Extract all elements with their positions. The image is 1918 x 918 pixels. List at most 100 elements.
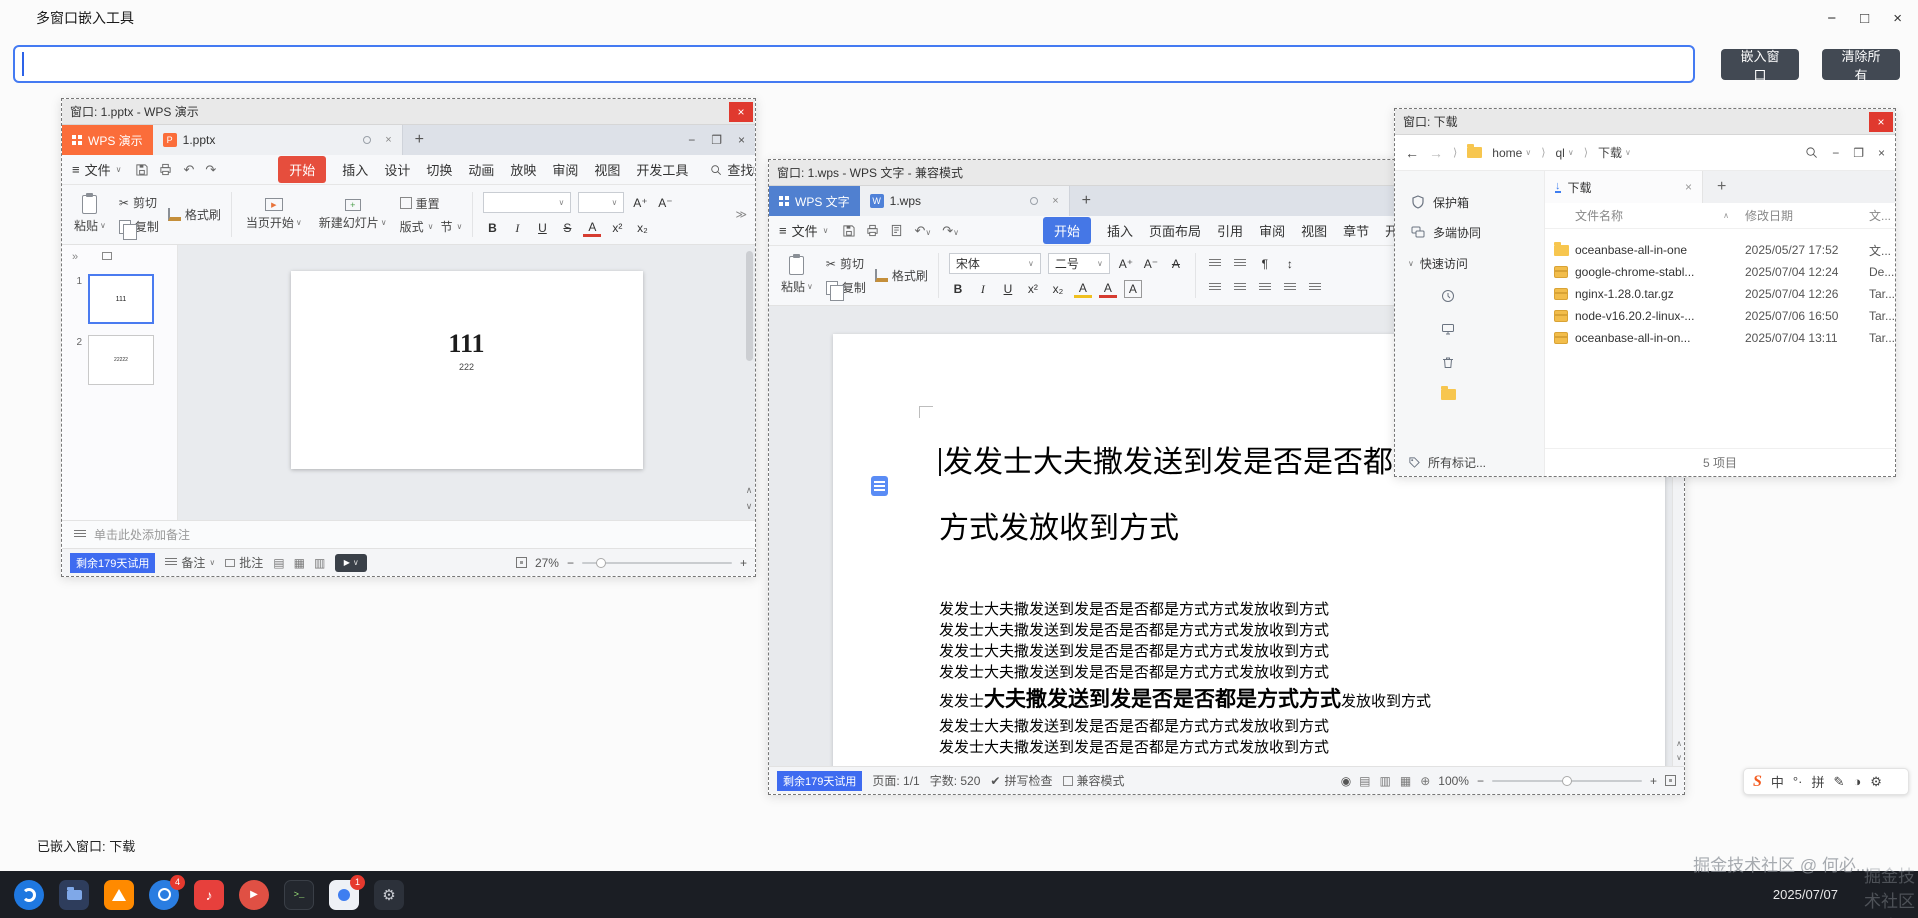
reading-view-icon[interactable]: ▥ xyxy=(314,556,325,570)
italic-button[interactable]: I xyxy=(974,280,992,298)
terminal-icon[interactable]: >_ xyxy=(284,880,314,910)
font-color-button[interactable]: A xyxy=(583,219,601,237)
new-tab-button[interactable]: + xyxy=(415,131,424,149)
close-icon[interactable]: × xyxy=(729,102,753,122)
ime-mode[interactable]: 拼 xyxy=(1811,772,1824,791)
notes-toggle[interactable]: 备注∨ xyxy=(165,554,215,571)
current-slide[interactable]: 111 222 xyxy=(291,271,643,469)
tab-downloads[interactable]: ↓ 下载 × xyxy=(1545,171,1703,203)
line-spacing-icon[interactable]: ↕ xyxy=(1281,255,1299,273)
justify-icon[interactable] xyxy=(1281,279,1299,297)
paragraph-mark-icon[interactable]: ¶ xyxy=(1256,255,1274,273)
strikethrough-button[interactable]: S xyxy=(558,219,576,237)
print-preview-icon[interactable] xyxy=(890,224,903,237)
normal-view-icon[interactable]: ▤ xyxy=(273,556,284,570)
play-from-current-button[interactable]: ▶ 当页开始∨ xyxy=(242,188,306,241)
body-line[interactable]: 发发士大夫撒发送到发是否是否都是方式方式发放收到方式 xyxy=(939,600,1615,621)
browser-icon[interactable]: 4 xyxy=(149,880,179,910)
slide-title[interactable]: 111 xyxy=(448,329,484,359)
scroll-down-icon[interactable]: ∨ xyxy=(1676,753,1682,762)
expand-icon[interactable]: ⟩ xyxy=(1453,146,1457,159)
sidebar-item-folder[interactable] xyxy=(1395,378,1544,411)
more-tools-icon[interactable]: ≫ xyxy=(735,208,747,221)
sidebar-item-trash[interactable] xyxy=(1395,345,1544,378)
menu-home[interactable]: 开始 xyxy=(1043,217,1091,244)
new-tab-button[interactable]: + xyxy=(1717,178,1726,196)
zoom-in-icon[interactable]: + xyxy=(1650,774,1657,788)
superscript-button[interactable]: x² xyxy=(1024,280,1042,298)
section-button[interactable]: 节∨ xyxy=(441,218,463,235)
fullscreen-icon[interactable] xyxy=(1665,775,1676,786)
media-player-icon[interactable]: ▶ xyxy=(239,880,269,910)
font-size-combobox[interactable]: 二号∨ xyxy=(1048,253,1110,274)
save-icon[interactable] xyxy=(135,163,148,176)
restore-icon[interactable]: ❐ xyxy=(1853,146,1864,160)
menu-view[interactable]: 视图 xyxy=(594,160,620,179)
font-name-combobox[interactable]: 宋体∨ xyxy=(949,253,1041,274)
pencil-icon[interactable]: ✎ xyxy=(1833,774,1844,790)
tab-1pptx[interactable]: P 1.pptx × xyxy=(153,125,403,155)
tab-1wps[interactable]: W 1.wps × xyxy=(860,186,1070,216)
align-left-icon[interactable] xyxy=(1206,279,1224,297)
cut-button[interactable]: ✂剪切 xyxy=(826,255,866,272)
column-type[interactable]: 文... xyxy=(1869,207,1895,224)
menu-devtools[interactable]: 开发工具 xyxy=(636,160,688,179)
app-store-icon[interactable] xyxy=(104,880,134,910)
new-slide-button[interactable]: + 新建幻灯片∨ xyxy=(315,188,391,241)
next-slide-icon[interactable]: ∨ xyxy=(746,501,753,512)
clear-all-button[interactable]: 清除所有 xyxy=(1822,49,1900,80)
file-menu[interactable]: ≡ 文件 ∨ xyxy=(72,160,121,179)
web-view-icon[interactable]: ▥ xyxy=(1380,774,1391,788)
collapse-panel-icon[interactable]: » xyxy=(72,251,78,263)
circle-icon[interactable]: ◑ xyxy=(1853,774,1861,789)
menu-view[interactable]: 视图 xyxy=(1301,221,1327,240)
comments-toggle[interactable]: 批注 xyxy=(225,554,263,571)
distribute-icon[interactable] xyxy=(1306,279,1324,297)
zoom-slider-handle[interactable] xyxy=(1562,776,1572,786)
font-size-combobox[interactable]: ∨ xyxy=(578,192,624,213)
close-icon[interactable]: × xyxy=(738,133,745,147)
sidebar-item-tags[interactable]: 所有标记... xyxy=(1395,448,1544,476)
increase-font-icon[interactable]: A⁺ xyxy=(1117,255,1135,273)
fit-slide-icon[interactable] xyxy=(516,557,527,568)
breadcrumb-downloads[interactable]: 下载∨ xyxy=(1598,144,1631,161)
gear-icon[interactable]: ⚙ xyxy=(1870,774,1882,790)
redo-icon[interactable]: ↷∨ xyxy=(942,223,959,239)
paste-button[interactable]: 粘贴∨ xyxy=(777,249,817,302)
forward-icon[interactable]: → xyxy=(1429,145,1443,161)
slide-subtitle[interactable]: 222 xyxy=(459,362,474,372)
menu-review[interactable]: 审阅 xyxy=(552,160,578,179)
minimize-icon[interactable]: − xyxy=(1832,146,1839,160)
layout-button[interactable]: 版式∨ xyxy=(400,218,434,235)
slide-canvas[interactable]: 111 222 ∧ ∨ xyxy=(178,245,755,520)
body-line[interactable]: 发发士大夫撒发送到发是否是否都是方式方式发放收到方式 xyxy=(939,738,1615,759)
decrease-indent-icon[interactable] xyxy=(1206,255,1224,273)
document-text[interactable]: 发发士大夫撒发送到发是否是否都是方式 方式发放收到方式 发发士大夫撒发送到发是否… xyxy=(939,430,1615,759)
breadcrumb-user[interactable]: ql∨ xyxy=(1555,146,1573,160)
subscript-button[interactable]: x₂ xyxy=(1049,280,1067,298)
copy-button[interactable]: 复制 xyxy=(119,218,159,235)
italic-button[interactable]: I xyxy=(508,219,526,237)
spell-check-toggle[interactable]: ✔拼写检查 xyxy=(990,772,1052,789)
search-icon[interactable] xyxy=(1805,146,1818,159)
body-line[interactable]: 发发士大夫撒发送到发是否是否都是方式方式发放收到方式 xyxy=(939,621,1615,642)
menu-slideshow[interactable]: 放映 xyxy=(510,160,536,179)
launcher-icon[interactable] xyxy=(14,880,44,910)
increase-font-icon[interactable]: A⁺ xyxy=(631,194,649,212)
menu-references[interactable]: 引用 xyxy=(1217,221,1243,240)
column-name[interactable]: 文件名称∧ xyxy=(1575,207,1745,224)
underline-button[interactable]: U xyxy=(533,219,551,237)
subscript-button[interactable]: x₂ xyxy=(633,219,651,237)
minimize-icon[interactable]: − xyxy=(1827,10,1836,27)
slideshow-play-button[interactable]: ▶ ∨ xyxy=(335,554,367,572)
file-manager-icon[interactable] xyxy=(59,880,89,910)
zoom-in-icon[interactable]: + xyxy=(740,556,747,570)
sidebar-item-recent[interactable] xyxy=(1395,279,1544,312)
increase-indent-icon[interactable] xyxy=(1231,255,1249,273)
reset-button[interactable]: 重置 xyxy=(400,195,440,212)
ime-punctuation-toggle[interactable]: °· xyxy=(1793,774,1803,789)
bold-button[interactable]: B xyxy=(483,219,501,237)
files-window-titlebar[interactable]: 窗口: 下载 × xyxy=(1395,109,1895,135)
menu-insert[interactable]: 插入 xyxy=(1107,221,1133,240)
outline-view-icon[interactable]: ▦ xyxy=(1400,774,1411,788)
